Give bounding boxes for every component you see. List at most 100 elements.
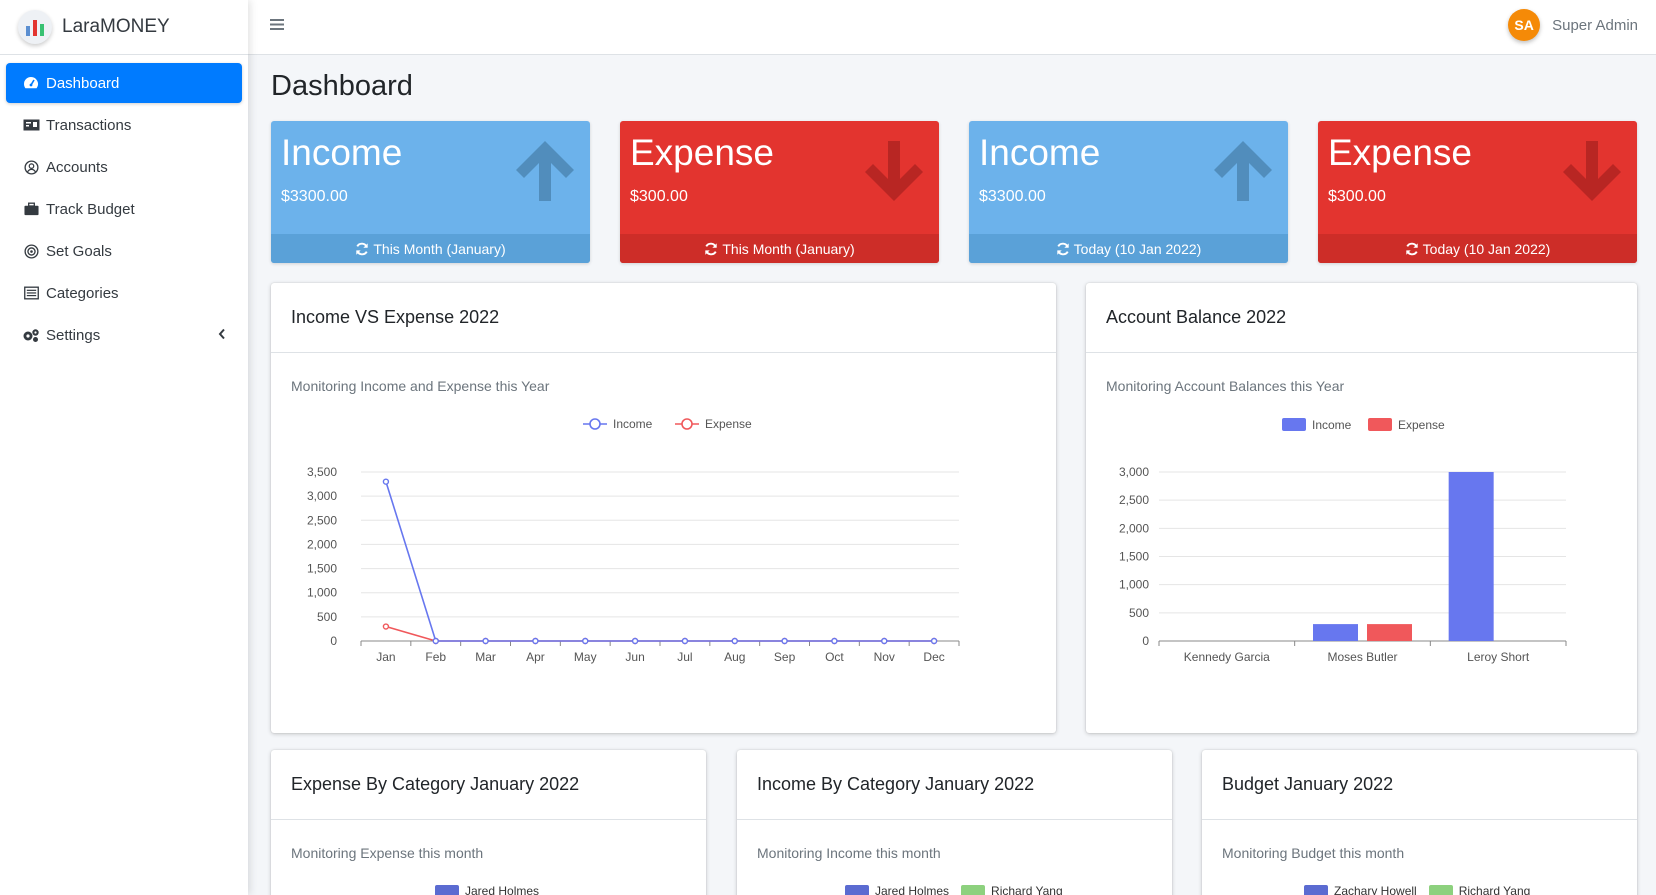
arrow-up-icon xyxy=(514,139,576,208)
y-tick-label: 500 xyxy=(1129,606,1149,620)
legend-item[interactable]: Richard Yang xyxy=(961,884,1063,895)
briefcase-icon xyxy=(22,200,40,218)
money-bill-icon xyxy=(22,116,40,134)
x-tick-label: Dec xyxy=(923,650,944,664)
box-footer-label: Today (10 Jan 2022) xyxy=(1073,240,1202,257)
income-expense-line-chart: 0 500 1,000 1,500 2,000 2,500 3,000 3,500 Jan Feb… xyxy=(307,417,960,664)
user-circle-icon xyxy=(22,158,40,176)
legend-label: Expense xyxy=(705,417,752,431)
y-tick-label: 3,000 xyxy=(1119,465,1149,479)
box-footer-label: This Month (January) xyxy=(722,240,855,257)
user-menu[interactable]: SA Super Admin xyxy=(1508,9,1638,41)
legend-item[interactable]: Jared Holmes xyxy=(435,884,539,895)
y-tick-label: 0 xyxy=(1142,634,1149,648)
y-tick-label: 1,500 xyxy=(307,562,337,576)
bullseye-icon xyxy=(22,242,40,260)
box-footer[interactable]: This Month (January) xyxy=(620,234,939,263)
income-point xyxy=(631,637,639,645)
y-tick-label: 1,000 xyxy=(307,586,337,600)
refresh-icon xyxy=(705,242,718,255)
refresh-icon xyxy=(1056,242,1069,255)
legend-swatch xyxy=(1282,418,1306,431)
income-point xyxy=(681,637,689,645)
income-bar xyxy=(1313,624,1358,641)
refresh-icon xyxy=(1405,242,1418,255)
arrow-up-icon xyxy=(1212,139,1274,208)
y-tick-label: 2,500 xyxy=(1119,493,1149,507)
income-point xyxy=(432,637,439,645)
sidebar-item-label: Track Budget xyxy=(46,200,135,218)
sidebar-item-categories[interactable]: Categories xyxy=(6,273,242,313)
box-footer[interactable]: Today (10 Jan 2022) xyxy=(1318,234,1637,263)
income-point xyxy=(382,478,390,485)
box-footer-label: Today (10 Jan 2022) xyxy=(1422,240,1551,257)
income-by-category-card: Income By Category January 2022 Monitori… xyxy=(737,750,1172,895)
income-point xyxy=(881,637,888,645)
card-subtitle: Monitoring Budget this month xyxy=(1222,845,1405,861)
user-name[interactable]: Super Admin xyxy=(1552,17,1638,34)
legend-swatch xyxy=(1368,418,1392,431)
income-vs-expense-card: Income VS Expense 2022 Monitoring Income… xyxy=(271,283,1056,733)
legend-item[interactable]: Richard Yang xyxy=(1428,884,1530,895)
list-alt-icon xyxy=(22,284,40,302)
sidebar-item-label: Categories xyxy=(46,284,119,302)
x-tick-label: Mar xyxy=(475,650,496,664)
card-title: Budget January 2022 xyxy=(1202,750,1637,820)
brand-name: LaraMONEY xyxy=(62,16,170,37)
box-footer-label: This Month (January) xyxy=(373,240,506,257)
legend-marker xyxy=(681,418,693,430)
page-title: Dashboard xyxy=(271,70,413,102)
cogs-icon xyxy=(22,326,40,344)
avatar[interactable]: SA xyxy=(1508,9,1541,41)
sidebar: LaraMONEY Dashboard Transactions Account… xyxy=(0,0,248,895)
expense-by-category-card: Expense By Category January 2022 Monitor… xyxy=(271,750,706,895)
x-tick-label: Nov xyxy=(874,650,895,664)
income-point xyxy=(532,637,539,645)
arrow-down-icon xyxy=(863,139,925,208)
box-footer[interactable]: This Month (January) xyxy=(271,234,590,263)
account-balance-card: Account Balance 2022 Monitoring Account … xyxy=(1086,283,1637,733)
chart-legend: Jared Holmes xyxy=(435,884,551,895)
y-tick-label: 3,000 xyxy=(307,489,337,503)
box-footer[interactable]: Today (10 Jan 2022) xyxy=(969,234,1288,263)
sidebar-item-track-budget[interactable]: Track Budget xyxy=(6,189,242,229)
income-point xyxy=(482,637,489,645)
card-title: Expense By Category January 2022 xyxy=(271,750,706,820)
x-tick-label: May xyxy=(574,650,597,664)
income-bar xyxy=(1448,472,1494,641)
x-tick-label: Sep xyxy=(774,650,796,664)
legend-marker xyxy=(589,418,601,430)
chart-legend: Zachary Howell Richard Yang xyxy=(1304,884,1542,895)
legend-item[interactable]: Jared Holmes xyxy=(845,884,949,895)
sidebar-item-label: Dashboard xyxy=(46,74,120,92)
income-point xyxy=(731,637,738,645)
card-title: Income By Category January 2022 xyxy=(737,750,1172,820)
sidebar-item-accounts[interactable]: Accounts xyxy=(6,147,242,187)
legend-item[interactable]: Zachary Howell xyxy=(1304,884,1417,895)
income-point xyxy=(930,637,938,645)
income-point xyxy=(781,637,788,645)
brand[interactable]: LaraMONEY xyxy=(0,0,248,55)
sidebar-item-set-goals[interactable]: Set Goals xyxy=(6,231,242,271)
y-tick-label: 0 xyxy=(330,634,337,648)
expense-series-line xyxy=(385,625,935,642)
budget-card: Budget January 2022 Monitoring Budget th… xyxy=(1202,750,1637,895)
x-tick-label: Moses Butler xyxy=(1327,650,1397,664)
sidebar-nav: Dashboard Transactions Accounts Track Bu… xyxy=(0,55,248,365)
sidebar-item-transactions[interactable]: Transactions xyxy=(6,105,242,145)
legend-label: Income xyxy=(1312,418,1352,432)
sidebar-item-dashboard[interactable]: Dashboard xyxy=(6,63,242,103)
card-subtitle: Monitoring Expense this month xyxy=(291,845,484,861)
tachometer-icon xyxy=(22,74,40,92)
hamburger-menu-icon[interactable] xyxy=(270,18,284,36)
topbar: SA Super Admin xyxy=(248,0,1656,55)
y-tick-label: 1,500 xyxy=(1119,550,1149,564)
income-point xyxy=(831,637,838,645)
refresh-icon xyxy=(356,242,369,255)
income-month-box: Income $3300.00 This Month (January) xyxy=(271,121,590,263)
y-tick-label: 2,000 xyxy=(307,537,337,551)
x-tick-label: Oct xyxy=(825,650,844,664)
sidebar-item-settings[interactable]: Settings xyxy=(6,315,242,355)
x-tick-label: Kennedy Garcia xyxy=(1184,650,1270,664)
x-tick-label: Leroy Short xyxy=(1467,650,1530,664)
